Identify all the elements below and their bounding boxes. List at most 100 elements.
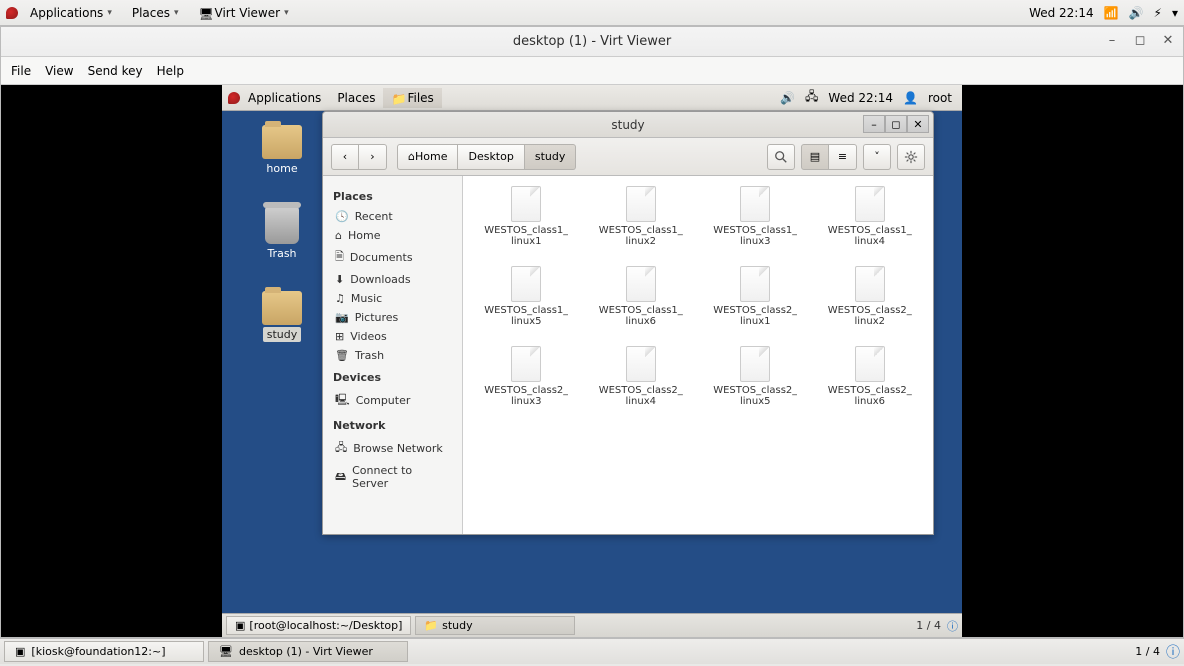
guest-info-icon[interactable]: ⓘ [947,618,958,634]
fm-list-view-button[interactable]: ≡ [829,144,857,170]
virt-menu-file[interactable]: File [11,64,31,78]
file-item[interactable]: WESTOS_class2_linux1 [702,266,809,342]
virt-menu-sendkey[interactable]: Send key [88,64,143,78]
document-icon [740,186,770,222]
file-name-line2: linux5 [740,396,771,407]
document-icon [855,346,885,382]
computer-icon: 🖳 [335,391,350,410]
document-icon [511,186,541,222]
virt-menu-view[interactable]: View [45,64,73,78]
sidebar-downloads[interactable]: ⬇Downloads [333,270,452,289]
file-name-line2: linux6 [625,316,656,327]
file-item[interactable]: WESTOS_class1_linux3 [702,186,809,262]
host-taskbar-virt[interactable]: 🖥 desktop (1) - Virt Viewer [208,641,408,662]
trash-icon: 🗑 [335,349,349,362]
desktop-study-folder[interactable]: study [262,291,302,342]
virt-menu-help[interactable]: Help [157,64,184,78]
guest-taskbar-fm[interactable]: 📁 study [415,616,575,635]
host-taskbar-terminal[interactable]: ▣ [kiosk@foundation12:~] [4,641,204,662]
guest-desktop-icons: home Trash study [262,125,302,342]
sidebar-recent[interactable]: 🕓Recent [333,207,452,226]
fm-min-button[interactable]: – [863,115,885,133]
document-icon [855,266,885,302]
breadcrumb-home[interactable]: ⌂ Home [397,144,458,170]
guest-redhat-icon [228,92,240,104]
fm-file-grid[interactable]: WESTOS_class1_linux1WESTOS_class1_linux2… [463,176,933,534]
sidebar-pictures[interactable]: 📷Pictures [333,308,452,327]
virt-min-button[interactable]: – [1103,31,1121,49]
sidebar-home[interactable]: ⌂Home [333,226,452,245]
gear-icon [904,150,918,164]
host-applications-menu[interactable]: Applications [22,3,120,23]
host-workspace-pager[interactable]: 1 / 4 [1129,645,1166,658]
file-item[interactable]: WESTOS_class1_linux5 [473,266,580,342]
file-item[interactable]: WESTOS_class2_linux2 [817,266,924,342]
desktop-home-folder[interactable]: home [262,125,302,176]
fm-max-button[interactable]: ◻ [885,115,907,133]
battery-icon[interactable]: ⚡ [1154,6,1162,20]
sidebar-documents[interactable]: 🗎Documents [333,245,452,270]
file-item[interactable]: WESTOS_class2_linux4 [588,346,695,422]
download-icon: ⬇ [335,273,344,286]
guest-clock[interactable]: Wed 22:14 [828,91,893,105]
file-name-line2: linux5 [511,316,542,327]
guest-places-menu[interactable]: Places [329,88,383,108]
file-name-line2: linux3 [511,396,542,407]
guest-network-icon[interactable]: 🖧 [805,87,818,108]
host-clock[interactable]: Wed 22:14 [1029,6,1094,20]
guest-volume-icon[interactable]: 🔊 [780,91,795,105]
sidebar-places-header: Places [333,190,452,203]
fm-close-button[interactable]: ✕ [907,115,929,133]
sidebar-videos[interactable]: ⊞Videos [333,327,452,346]
breadcrumb-study[interactable]: study [525,144,577,170]
document-icon: 🗎 [335,248,344,267]
file-name-line1: WESTOS_class2_ [713,305,797,316]
host-running-app[interactable]: 🖥 Virt Viewer [191,3,297,23]
wifi-icon[interactable]: 📶 [1104,6,1119,20]
host-places-menu[interactable]: Places [124,3,187,23]
guest-taskbar-terminal[interactable]: ▣ [root@localhost:~/Desktop] [226,616,411,635]
fm-search-button[interactable] [767,144,795,170]
file-name-line1: WESTOS_class2_ [828,305,912,316]
file-item[interactable]: WESTOS_class2_linux3 [473,346,580,422]
sidebar-computer[interactable]: 🖳Computer [333,388,452,413]
host-info-icon[interactable]: ⓘ [1166,642,1180,662]
file-item[interactable]: WESTOS_class1_linux6 [588,266,695,342]
file-item[interactable]: WESTOS_class1_linux4 [817,186,924,262]
guest-user[interactable]: root [928,91,952,105]
breadcrumb-desktop[interactable]: Desktop [458,144,524,170]
file-name-line2: linux2 [625,236,656,247]
sidebar-music[interactable]: ♫Music [333,289,452,308]
guest-applications-menu[interactable]: Applications [240,88,329,108]
breadcrumb-home-label: Home [415,150,447,163]
sidebar-trash[interactable]: 🗑Trash [333,346,452,365]
file-item[interactable]: WESTOS_class2_linux5 [702,346,809,422]
desktop-study-label: study [263,327,302,342]
folder-icon [262,291,302,325]
guest-files-app[interactable]: 📁 Files [383,88,441,108]
sidebar-browse-network[interactable]: 🖧Browse Network [333,436,452,461]
fm-titlebar[interactable]: study – ◻ ✕ [323,112,933,138]
file-item[interactable]: WESTOS_class1_linux2 [588,186,695,262]
fm-forward-button[interactable]: › [359,144,387,170]
fm-view-options-button[interactable]: ˅ [863,144,891,170]
document-icon [855,186,885,222]
virt-close-button[interactable]: ✕ [1159,31,1177,49]
guest-taskbar-terminal-label: [root@localhost:~/Desktop] [249,619,402,632]
file-item[interactable]: WESTOS_class2_linux6 [817,346,924,422]
file-item[interactable]: WESTOS_class1_linux1 [473,186,580,262]
guest-workspace-pager[interactable]: 1 / 4 [910,619,947,632]
desktop-trash-label: Trash [263,246,300,261]
user-menu-caret[interactable]: ▾ [1172,6,1178,20]
file-name-line2: linux4 [625,396,656,407]
fm-back-button[interactable]: ‹ [331,144,359,170]
desktop-trash[interactable]: Trash [263,206,300,261]
host-tray: Wed 22:14 📶 🔊 ⚡ ▾ [1029,6,1178,20]
guest-desktop[interactable]: Applications Places 📁 Files 🔊 🖧 Wed 22:1… [222,85,962,637]
virt-max-button[interactable]: ◻ [1131,31,1149,49]
fm-icon-view-button[interactable]: ▤ [801,144,829,170]
volume-icon[interactable]: 🔊 [1129,6,1144,20]
sidebar-connect-server[interactable]: 🖴Connect to Server [333,461,452,493]
fm-settings-button[interactable] [897,144,925,170]
host-taskbar: ▣ [kiosk@foundation12:~] 🖥 desktop (1) -… [0,638,1184,664]
